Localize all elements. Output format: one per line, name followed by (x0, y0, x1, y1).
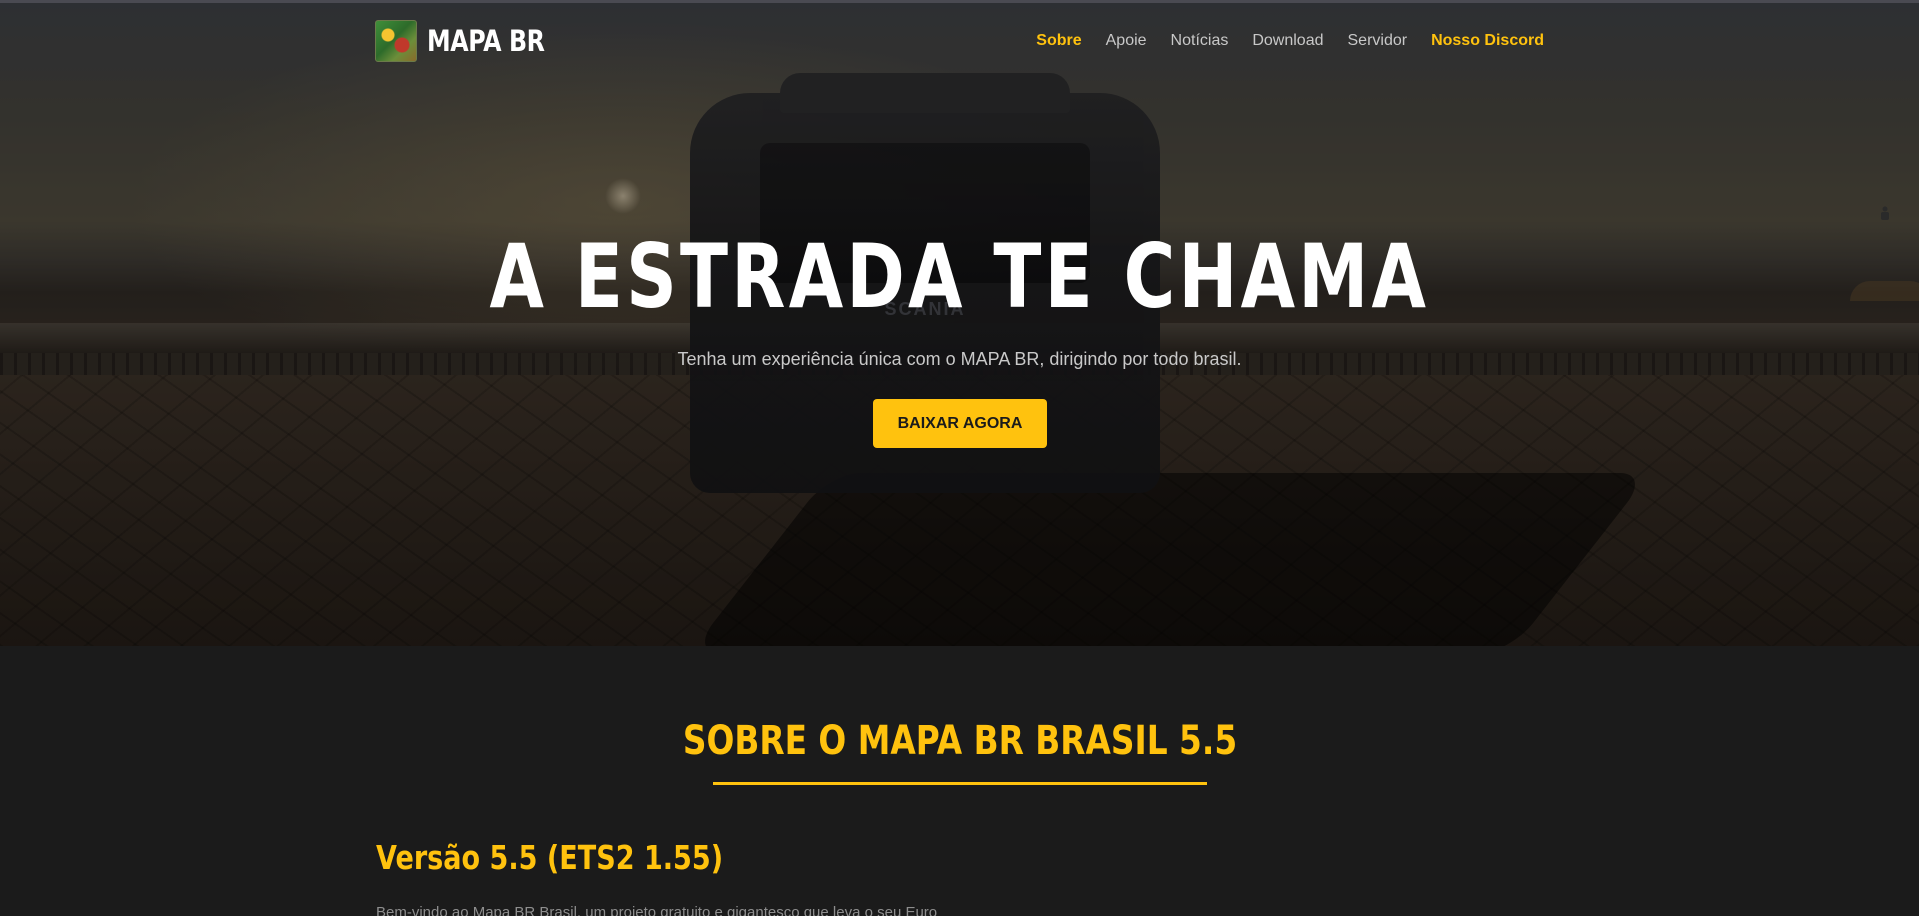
brand-link[interactable]: MAPA BR (375, 20, 570, 62)
main-menu: Sobre Apoie Notícias Download Servidor N… (1012, 32, 1544, 50)
download-now-button[interactable]: BAIXAR AGORA (873, 399, 1047, 448)
top-nav: MAPA BR Sobre Apoie Notícias Download Se… (0, 0, 1919, 86)
hero-section: SCANIA A ESTRADA TE CHAMA Tenha um exper… (0, 3, 1919, 646)
about-title: SOBRE O MAPA BR BRASIL 5.5 (0, 718, 1919, 764)
version-title: Versão 5.5 (ETS2 1.55) (376, 838, 724, 877)
nav-item-discord[interactable]: Nosso Discord (1431, 32, 1544, 50)
brand-name: MAPA BR (427, 24, 545, 58)
hero-title: A ESTRADA TE CHAMA (0, 225, 1919, 328)
mapa-br-logo-icon (375, 20, 417, 62)
person-icon (1879, 206, 1891, 220)
nav-item-download[interactable]: Download (1252, 32, 1323, 50)
about-title-text: SOBRE O MAPA BR BRASIL 5.5 (682, 718, 1237, 764)
about-intro-text: Bem-vindo ao Mapa BR Brasil, um projeto … (376, 904, 938, 916)
nav-item-apoie[interactable]: Apoie (1106, 32, 1147, 50)
hero-subtitle: Tenha um experiência única com o MAPA BR… (677, 349, 1242, 369)
about-section: SOBRE O MAPA BR BRASIL 5.5 Versão 5.5 (E… (0, 646, 1919, 916)
hero-title-text: A ESTRADA TE CHAMA (489, 225, 1430, 328)
about-title-underline (713, 782, 1207, 785)
nav-item-noticias[interactable]: Notícias (1171, 32, 1229, 50)
nav-item-sobre[interactable]: Sobre (1036, 32, 1081, 50)
nav-item-servidor[interactable]: Servidor (1348, 32, 1408, 50)
